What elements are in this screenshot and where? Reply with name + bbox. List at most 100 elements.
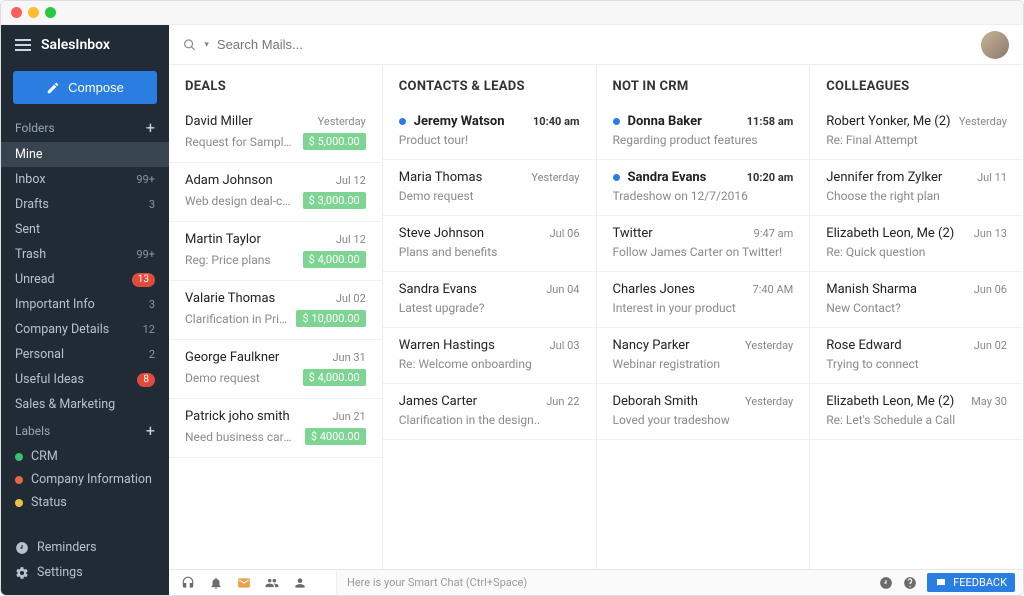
mail-item[interactable]: Jennifer from ZylkerJul 11Choose the rig… <box>810 160 1023 216</box>
labels-section-head: Labels + <box>1 417 169 445</box>
mail-item[interactable]: Manish SharmaJun 06New Contact? <box>810 272 1023 328</box>
mail-time: Jun 02 <box>974 339 1007 352</box>
mail-item[interactable]: Deborah SmithYesterdayLoved your tradesh… <box>597 384 810 440</box>
mail-item[interactable]: Maria ThomasYesterdayDemo request <box>383 160 596 216</box>
window-close-icon[interactable] <box>11 7 22 18</box>
mail-item[interactable]: George FaulknerJun 31Demo request$ 4,000… <box>169 340 382 399</box>
folder-name: Sales & Marketing <box>15 397 115 412</box>
settings-item[interactable]: Settings <box>1 560 169 585</box>
mail-item[interactable]: Adam JohnsonJul 12Web design deal-confir… <box>169 163 382 222</box>
folder-count: 12 <box>143 323 155 336</box>
label-item[interactable]: CRM <box>1 445 169 468</box>
compose-button[interactable]: Compose <box>13 71 157 104</box>
folder-item[interactable]: Drafts 3 <box>1 192 169 217</box>
mail-item[interactable]: Robert Yonker, Me (2)YesterdayRe: Final … <box>810 104 1023 160</box>
mail-item[interactable]: Charles Jones7:40 AMInterest in your pro… <box>597 272 810 328</box>
mail-item[interactable]: Steve JohnsonJul 06Plans and benefits <box>383 216 596 272</box>
folder-item[interactable]: Important Info3 <box>1 292 169 317</box>
headset-icon[interactable] <box>181 576 195 590</box>
mail-column: COLLEAGUESRobert Yonker, Me (2)Yesterday… <box>810 65 1023 569</box>
mail-item[interactable]: Jeremy Watson10:40 amProduct tour! <box>383 104 596 160</box>
mail-sender: Martin Taylor <box>185 232 261 247</box>
mail-item[interactable]: Elizabeth Leon, Me (2)May 30Re: Let's Sc… <box>810 384 1023 440</box>
label-item[interactable]: Status <box>1 491 169 514</box>
mail-item[interactable]: Sandra EvansJun 04Latest upgrade? <box>383 272 596 328</box>
mail-time: Jul 06 <box>550 227 580 240</box>
folder-count: 99+ <box>136 248 155 261</box>
app-window: SalesInbox Compose Folders + MineInbox99… <box>0 0 1024 596</box>
person-icon[interactable] <box>293 576 307 590</box>
mail-time: Yesterday <box>318 115 366 128</box>
mail-sender: David Miller <box>185 114 253 129</box>
folder-count: 3 <box>149 198 155 211</box>
mail-time: Jun 04 <box>546 283 579 296</box>
mail-sender: Deborah Smith <box>613 394 698 409</box>
smartchat-hint[interactable]: Here is your Smart Chat (Ctrl+Space) <box>337 576 871 589</box>
folder-count: 99+ <box>136 173 155 186</box>
clock-icon[interactable] <box>879 576 893 590</box>
mail-sender: Charles Jones <box>613 282 695 297</box>
folder-item[interactable]: Sales & Marketing <box>1 392 169 417</box>
mail-sender: Sandra Evans <box>399 282 477 297</box>
folder-item[interactable]: Useful Ideas8 <box>1 367 169 392</box>
mail-item[interactable]: Elizabeth Leon, Me (2)Jun 13Re: Quick qu… <box>810 216 1023 272</box>
window-minimize-icon[interactable] <box>28 7 39 18</box>
chat-icon <box>935 577 947 589</box>
people-icon[interactable] <box>265 576 279 590</box>
help-icon[interactable] <box>903 576 917 590</box>
feedback-button[interactable]: FEEDBACK <box>927 573 1015 592</box>
unread-dot-icon <box>613 118 620 125</box>
mail-item[interactable]: Rose EdwardJun 02Trying to connect <box>810 328 1023 384</box>
mail-item[interactable]: Nancy ParkerYesterdayWebinar registratio… <box>597 328 810 384</box>
mail-item[interactable]: Donna Baker11:58 amRegarding product fea… <box>597 104 810 160</box>
sidebar-header: SalesInbox <box>1 25 169 65</box>
label-name: Company Information <box>31 472 152 487</box>
mail-subject: Tradeshow on 12/7/2016 <box>613 189 794 203</box>
topbar: ▾ <box>169 25 1023 65</box>
mail-subject: Clarification in Pricing <box>185 312 288 326</box>
avatar[interactable] <box>981 31 1009 59</box>
folder-item[interactable]: Company Details 12 <box>1 317 169 342</box>
folder-badge: 13 <box>132 273 155 287</box>
mail-item[interactable]: Twitter9:47 amFollow James Carter on Twi… <box>597 216 810 272</box>
folder-name: Personal <box>15 347 64 362</box>
mail-item[interactable]: Warren HastingsJul 03Re: Welcome onboard… <box>383 328 596 384</box>
folder-item[interactable]: Unread13 <box>1 267 169 292</box>
compose-icon <box>46 81 60 95</box>
unread-dot-icon <box>613 174 620 181</box>
reminders-item[interactable]: Reminders <box>1 535 169 560</box>
mail-item[interactable]: David Miller Yesterday Request for Sample … <box>169 104 382 163</box>
mail-item[interactable]: Martin TaylorJul 12Reg: Price plans$ 4,0… <box>169 222 382 281</box>
folder-item[interactable]: Sent <box>1 217 169 242</box>
column-title: NOT IN CRM <box>597 65 810 104</box>
folder-name: Drafts <box>15 197 49 212</box>
amount-chip: $ 4000.00 <box>305 428 366 445</box>
mail-column: DEALSDavid MillerYesterdayRequest for Sa… <box>169 65 383 569</box>
inbox-icon[interactable] <box>237 576 251 590</box>
menu-icon[interactable] <box>15 39 31 51</box>
folder-name: Important Info <box>15 297 95 312</box>
mail-item[interactable]: Sandra Evans10:20 amTradeshow on 12/7/20… <box>597 160 810 216</box>
bell-icon[interactable] <box>209 576 223 590</box>
mail-time: Yesterday <box>745 339 793 352</box>
folder-item[interactable]: Personal 2 <box>1 342 169 367</box>
add-label-icon[interactable]: + <box>146 423 155 439</box>
folder-item[interactable]: Inbox99+ <box>1 167 169 192</box>
mail-item[interactable]: Patrick joho smithJun 21Need business ca… <box>169 399 382 458</box>
mail-sender: Donna Baker <box>628 114 702 129</box>
mail-time: Yesterday <box>745 395 793 408</box>
label-item[interactable]: Company Information <box>1 468 169 491</box>
window-zoom-icon[interactable] <box>45 7 56 18</box>
folder-name: Useful Ideas <box>15 372 84 387</box>
add-folder-icon[interactable]: + <box>146 120 155 136</box>
mail-time: 10:40 am <box>533 115 580 128</box>
mail-subject: Request for Sample logo... <box>185 135 295 149</box>
search-input[interactable] <box>217 37 971 52</box>
chevron-down-icon[interactable]: ▾ <box>204 40 209 50</box>
folder-name: Company Details <box>15 322 109 337</box>
folder-item[interactable]: Mine <box>1 142 169 167</box>
folder-count: 2 <box>149 348 155 361</box>
folder-item[interactable]: Trash99+ <box>1 242 169 267</box>
mail-item[interactable]: James CarterJun 22Clarification in the d… <box>383 384 596 440</box>
mail-item[interactable]: Valarie ThomasJul 02Clarification in Pri… <box>169 281 382 340</box>
